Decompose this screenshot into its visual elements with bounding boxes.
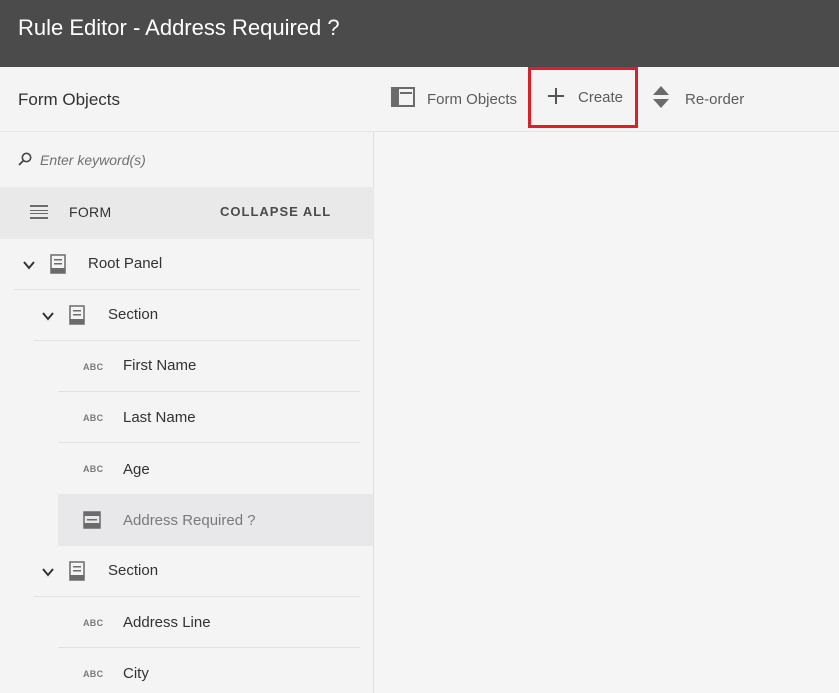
text-field-icon: ABC <box>83 362 104 372</box>
search-bar <box>0 132 374 187</box>
window-title: Rule Editor - Address Required ? <box>18 15 340 40</box>
text-field-icon: ABC <box>83 669 104 679</box>
form-objects-sidebar: FORM COLLAPSE ALL Root Panel <box>0 132 374 693</box>
tree-item-label: Section <box>108 562 159 579</box>
form-objects-button[interactable]: Form Objects <box>391 67 517 131</box>
rule-editor-canvas <box>375 132 839 693</box>
tree-item-address-line[interactable]: ABC Address Line <box>58 597 360 648</box>
toolbar: Form Objects Form Objects Create Re-orde… <box>0 67 839 132</box>
search-icon <box>18 152 32 166</box>
tree-item-label: Age <box>123 461 150 478</box>
tree-item-last-name[interactable]: ABC Last Name <box>58 392 360 443</box>
tree-item-label: Last Name <box>123 409 196 426</box>
switch-field-icon <box>83 511 101 533</box>
tree-item-label: City <box>123 665 149 682</box>
form-icon <box>30 204 48 225</box>
create-button[interactable]: Create <box>528 67 638 128</box>
create-label: Create <box>578 89 624 106</box>
plus-icon <box>548 87 564 108</box>
panel-icon <box>50 254 66 278</box>
panel-icon <box>69 561 85 585</box>
panel-title: Form Objects <box>18 90 121 109</box>
tree-item-section-1[interactable]: Section <box>34 290 360 341</box>
tree-item-address-required[interactable]: Address Required ? <box>58 494 373 546</box>
tree-item-section-2[interactable]: Section <box>34 546 360 597</box>
title-bar: Rule Editor - Address Required ? <box>0 0 839 67</box>
tree-item-label: First Name <box>123 357 197 374</box>
text-field-icon: ABC <box>83 464 104 474</box>
chevron-down-icon[interactable] <box>41 309 55 323</box>
search-input[interactable] <box>40 146 360 174</box>
tree-item-first-name[interactable]: ABC First Name <box>58 341 360 392</box>
sort-arrows-icon <box>653 86 669 112</box>
form-objects-panel-icon <box>391 87 415 111</box>
reorder-button[interactable]: Re-order <box>653 67 744 131</box>
text-field-icon: ABC <box>83 618 104 628</box>
tree-item-label: Section <box>108 306 159 323</box>
form-objects-label: Form Objects <box>427 90 518 108</box>
reorder-label: Re-order <box>685 90 745 108</box>
form-label: FORM <box>69 204 112 220</box>
chevron-down-icon[interactable] <box>41 565 55 579</box>
form-header: FORM COLLAPSE ALL <box>0 187 374 239</box>
tree-item-age[interactable]: ABC Age <box>58 443 360 494</box>
collapse-all-button[interactable]: COLLAPSE ALL <box>220 204 331 219</box>
tree-item-city[interactable]: ABC City <box>58 648 360 693</box>
text-field-icon: ABC <box>83 413 104 423</box>
tree-item-label: Address Required ? <box>123 512 256 529</box>
tree-item-label: Address Line <box>123 614 211 631</box>
tree-item-label: Root Panel <box>88 255 163 272</box>
panel-icon <box>69 305 85 329</box>
tree-item-root-panel[interactable]: Root Panel <box>14 239 360 290</box>
chevron-down-icon[interactable] <box>22 258 36 272</box>
